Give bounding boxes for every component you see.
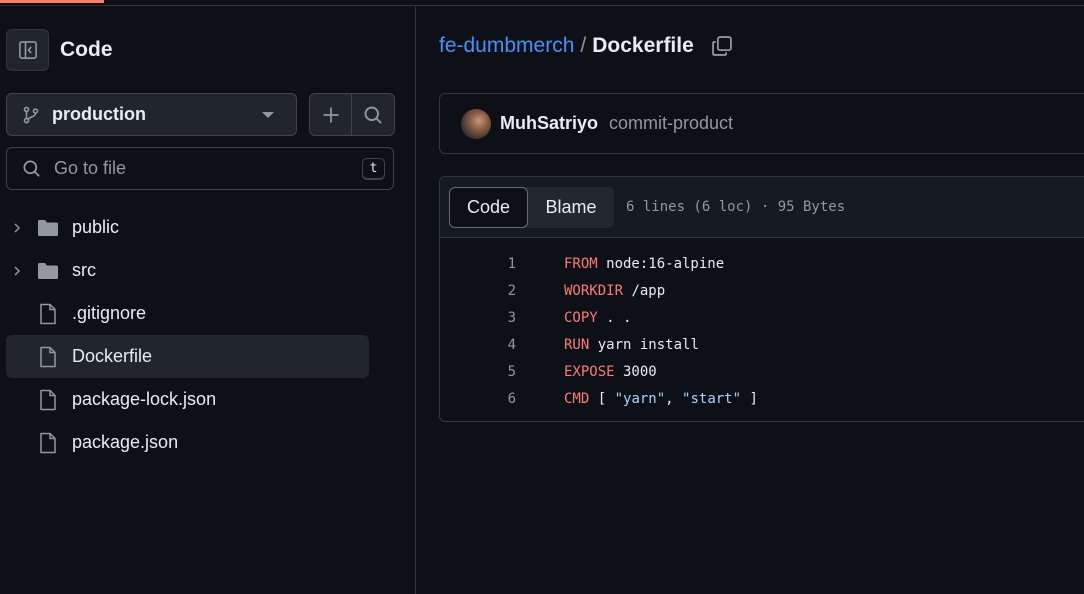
plus-icon (323, 107, 338, 122)
code-text: [ (589, 390, 615, 407)
code-keyword: CMD (564, 390, 590, 407)
tree-action-buttons (309, 93, 395, 136)
search-placeholder: Go to file (54, 158, 127, 178)
branch-selector[interactable]: production (6, 93, 297, 136)
file-icon (36, 303, 60, 325)
add-file-button[interactable] (310, 94, 352, 135)
line-number[interactable]: 1 (440, 256, 516, 272)
code-keyword: FROM (564, 255, 598, 272)
code-line: 2 WORKDIR /app (440, 277, 1084, 304)
line-number[interactable]: 3 (440, 310, 516, 326)
code-text: ] (741, 390, 758, 407)
breadcrumb-separator: / (580, 34, 587, 57)
code-string: "yarn" (614, 390, 666, 407)
avatar[interactable] (461, 108, 491, 139)
commit-author[interactable]: MuhSatriyo (500, 113, 598, 134)
code-keyword: EXPOSE (564, 363, 615, 380)
sidebar-header: Code (6, 29, 113, 71)
code-text: , (665, 390, 683, 407)
code-line: 3 COPY . . (440, 304, 1084, 331)
code-line: 5 EXPOSE 3000 (440, 358, 1084, 385)
tab-code[interactable]: Code (449, 186, 528, 228)
tree-item-label: src (72, 260, 96, 280)
file-header: Code Blame 6 lines (6 loc) · 95 Bytes (440, 177, 1084, 238)
git-branch-icon (23, 106, 39, 123)
tree-item-label: package.json (72, 432, 179, 452)
breadcrumb: fe-dumbmerch / Dockerfile (439, 34, 733, 58)
code-line: 6 CMD [ "yarn", "start" ] (440, 385, 1084, 412)
breadcrumb-file-name: Dockerfile (592, 34, 694, 57)
file-icon (36, 389, 60, 411)
commit-message[interactable]: commit-product (609, 113, 733, 134)
tree-item-dockerfile[interactable]: Dockerfile (6, 335, 369, 378)
go-to-file-input[interactable]: Go to file t (6, 147, 394, 190)
file-tree: public src .gitignore Dockerfile package… (6, 206, 369, 464)
file-icon (36, 432, 60, 454)
search-icon (364, 106, 382, 124)
tab-blame[interactable]: Blame (528, 187, 614, 228)
collapse-sidebar-button[interactable] (6, 29, 49, 71)
file-tree-sidebar: Code production Go to file t public src … (0, 6, 416, 594)
tree-item-label: public (72, 217, 120, 237)
code-keyword: RUN (564, 336, 590, 353)
code-keyword: COPY (564, 309, 598, 326)
code-text: node:16-alpine (597, 255, 725, 272)
code-keyword: WORKDIR (564, 282, 624, 299)
copy-path-button[interactable] (711, 35, 733, 57)
tree-item-package-json[interactable]: package.json (6, 421, 369, 464)
branch-name: production (52, 104, 146, 124)
line-number[interactable]: 4 (440, 337, 516, 353)
file-meta: 6 lines (6 loc) · 95 Bytes (626, 199, 846, 215)
code-line: 1 FROM node:16-alpine (440, 250, 1084, 277)
line-number[interactable]: 6 (440, 391, 516, 407)
code-string: "start" (682, 390, 742, 407)
latest-commit: MuhSatriyo commit-product (439, 93, 1084, 154)
code-text: 3000 (614, 363, 657, 380)
loading-progress (0, 0, 104, 3)
code-text: . . (597, 309, 632, 326)
file-content-box: Code Blame 6 lines (6 loc) · 95 Bytes 1 … (439, 176, 1084, 422)
line-number[interactable]: 2 (440, 283, 516, 299)
chevron-down-icon (262, 111, 274, 118)
tree-item-label: Dockerfile (72, 346, 153, 366)
folder-icon (36, 219, 60, 237)
code-body: 1 FROM node:16-alpine 2 WORKDIR /app 3 C… (440, 238, 1084, 412)
branch-controls: production (6, 93, 395, 136)
breadcrumb-repo-link[interactable]: fe-dumbmerch (439, 34, 574, 58)
file-icon (36, 346, 60, 368)
chevron-right-icon[interactable] (6, 222, 28, 234)
tree-item-package-lock-json[interactable]: package-lock.json (6, 378, 369, 421)
chevron-right-icon[interactable] (6, 265, 28, 277)
tree-item-src[interactable]: src (6, 249, 369, 292)
search-code-button[interactable] (352, 94, 394, 135)
tree-item-gitignore[interactable]: .gitignore (6, 292, 369, 335)
code-line: 4 RUN yarn install (440, 331, 1084, 358)
tree-item-label: .gitignore (72, 303, 147, 323)
folder-icon (36, 262, 60, 280)
sidebar-title: Code (60, 38, 113, 61)
tree-item-public[interactable]: public (6, 206, 369, 249)
tree-item-label: package-lock.json (72, 389, 217, 409)
code-text: yarn install (589, 336, 699, 353)
search-icon (23, 160, 40, 177)
code-text: /app (623, 282, 666, 299)
sidebar-collapse-icon (18, 41, 37, 59)
keyboard-shortcut-hint: t (362, 157, 385, 180)
view-mode-toggle: Code Blame (449, 186, 614, 228)
copy-icon (711, 36, 732, 56)
line-number[interactable]: 5 (440, 364, 516, 380)
